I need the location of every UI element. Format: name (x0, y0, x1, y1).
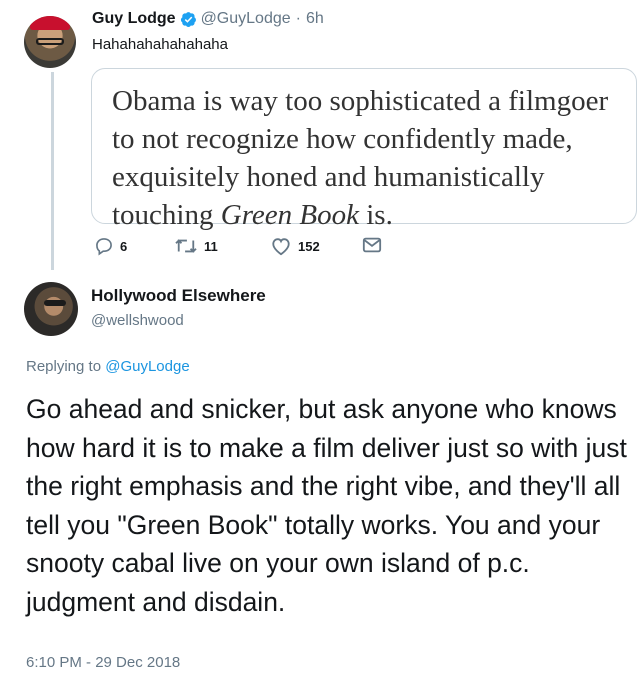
reply-button[interactable]: 6 (94, 236, 127, 256)
author-name[interactable]: Guy Lodge (92, 10, 176, 28)
retweet-count: 11 (204, 238, 218, 254)
replying-to-line: Replying to @GuyLodge (26, 358, 190, 375)
reply-count: 6 (120, 238, 128, 254)
tweet1-header: Guy Lodge @GuyLodge · 6h (92, 10, 324, 28)
tweet1-text: Hahahahahahahaha (92, 36, 228, 53)
tweet2-text: Go ahead and snicker, but ask anyone who… (26, 394, 627, 617)
author-handle[interactable]: @wellshwood (91, 312, 184, 329)
like-count: 152 (298, 238, 320, 254)
envelope-icon (362, 236, 382, 254)
thread-connector-line (51, 72, 54, 270)
quoted-italic-title: Green Book (220, 199, 359, 231)
like-button[interactable]: 152 (270, 236, 320, 256)
avatar-hollywood-elsewhere[interactable] (24, 282, 78, 336)
quoted-text: Obama is way too sophisticated a filmgoe… (112, 85, 609, 231)
direct-message-button[interactable] (362, 236, 382, 254)
heart-icon (270, 236, 292, 256)
avatar-guy-lodge[interactable] (24, 16, 76, 68)
replying-to-mention-link[interactable]: @GuyLodge (105, 358, 189, 375)
retweet-icon (174, 236, 198, 256)
author-name[interactable]: Hollywood Elsewhere (91, 286, 266, 306)
reply-icon (94, 236, 114, 256)
tweet-time[interactable]: 6h (306, 10, 324, 28)
retweet-button[interactable]: 11 (174, 236, 218, 256)
verified-badge-icon (180, 11, 197, 28)
tweet-timestamp[interactable]: 6:10 PM - 29 Dec 2018 (26, 654, 180, 671)
separator-dot: · (295, 10, 301, 27)
author-handle[interactable]: @GuyLodge (201, 10, 291, 28)
